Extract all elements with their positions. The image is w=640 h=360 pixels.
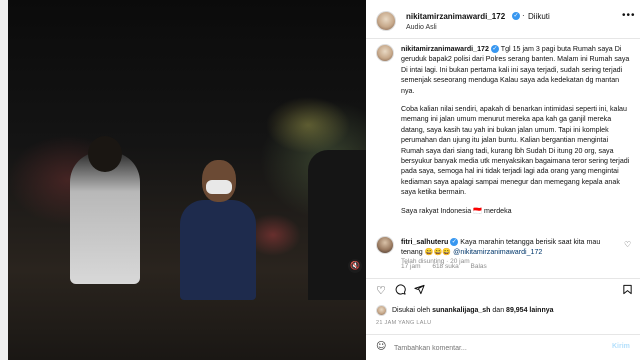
emoji-icon[interactable]: ☺ [376, 341, 386, 352]
avatar[interactable] [376, 44, 394, 62]
comment-time: 17 jam [401, 263, 421, 270]
action-bar: ♡ [376, 284, 634, 300]
audio-label[interactable]: Audio Asli [406, 24, 437, 31]
bookmark-icon[interactable] [622, 284, 633, 298]
comment-text: fitri_salhuteru ✓ Kaya marahin tetangga … [401, 237, 616, 258]
avatar[interactable] [376, 305, 387, 316]
avatar[interactable] [376, 236, 394, 254]
divider [366, 334, 640, 335]
verified-badge-icon: ✓ [512, 12, 520, 20]
caption-closing: merdeka [484, 206, 512, 215]
likes-middle: dan [492, 307, 505, 314]
caption-username[interactable]: nikitamirzanimawardi_172 [401, 45, 489, 53]
comment-mention[interactable]: @nikitamirzanimawardi_172 [453, 248, 542, 256]
caption-paragraph-2: Coba kalian nilai sendiri, apakah di ben… [401, 105, 630, 197]
more-options-icon[interactable]: ••• [622, 10, 636, 21]
likes-text: Disukai oleh sunankalijaga_sh dan 89,954… [392, 307, 554, 314]
likes-user[interactable]: sunankalijaga_sh [432, 307, 490, 314]
flag-emoji: 🇮🇩 [473, 206, 483, 215]
comment-likes[interactable]: 618 suka [432, 263, 458, 270]
separator-dot: · [522, 11, 525, 20]
avatar[interactable] [376, 11, 396, 31]
likes-summary: Disukai oleh sunankalijaga_sh dan 89,954… [376, 305, 634, 317]
verified-badge-icon: ✓ [450, 238, 459, 247]
heart-icon[interactable]: ♡ [376, 284, 386, 297]
post-comment-button[interactable]: Kirim [612, 343, 630, 350]
comment-icon[interactable] [395, 284, 406, 298]
likes-prefix: Disukai oleh [392, 307, 431, 314]
post-modal: 🔇 nikitamirzanimawardi_172 ✓ · Diikuti A… [0, 0, 640, 360]
post-time-ago: 21 JAM YANG LALU [376, 320, 432, 326]
follow-button[interactable]: Diikuti [528, 12, 550, 21]
post-username[interactable]: nikitamirzanimawardi_172 [406, 12, 505, 21]
reply-button[interactable]: Balas [471, 263, 487, 270]
likes-count[interactable]: 89,954 lainnya [506, 307, 553, 314]
video-person-center [180, 160, 256, 300]
post-sidebar: nikitamirzanimawardi_172 ✓ · Diikuti Aud… [366, 0, 640, 360]
divider [366, 38, 640, 39]
share-icon[interactable] [414, 284, 425, 298]
add-comment-bar: ☺ Kirim [376, 341, 634, 355]
divider [366, 278, 640, 279]
caption-paragraph-3: Saya rakyat Indonesia [401, 206, 472, 215]
comment-emojis: 😄😄😄 [424, 248, 452, 257]
caption-text: nikitamirzanimawardi_172 ✓ Tgl 15 jam 3 … [401, 44, 631, 224]
video-player[interactable]: 🔇 [8, 0, 366, 360]
post-header: nikitamirzanimawardi_172 ✓ · Diikuti Aud… [376, 8, 636, 36]
comment-meta: 17 jam 618 suka Balas [401, 263, 497, 270]
video-person-left [70, 136, 140, 284]
verified-badge-icon: ✓ [490, 45, 499, 54]
comment-like-heart-icon[interactable]: ♡ [624, 240, 631, 249]
video-person-right [308, 150, 366, 300]
speaker-muted-icon[interactable]: 🔇 [348, 259, 362, 273]
comment-username[interactable]: fitri_salhuteru [401, 238, 448, 246]
comment-input[interactable] [394, 342, 594, 354]
